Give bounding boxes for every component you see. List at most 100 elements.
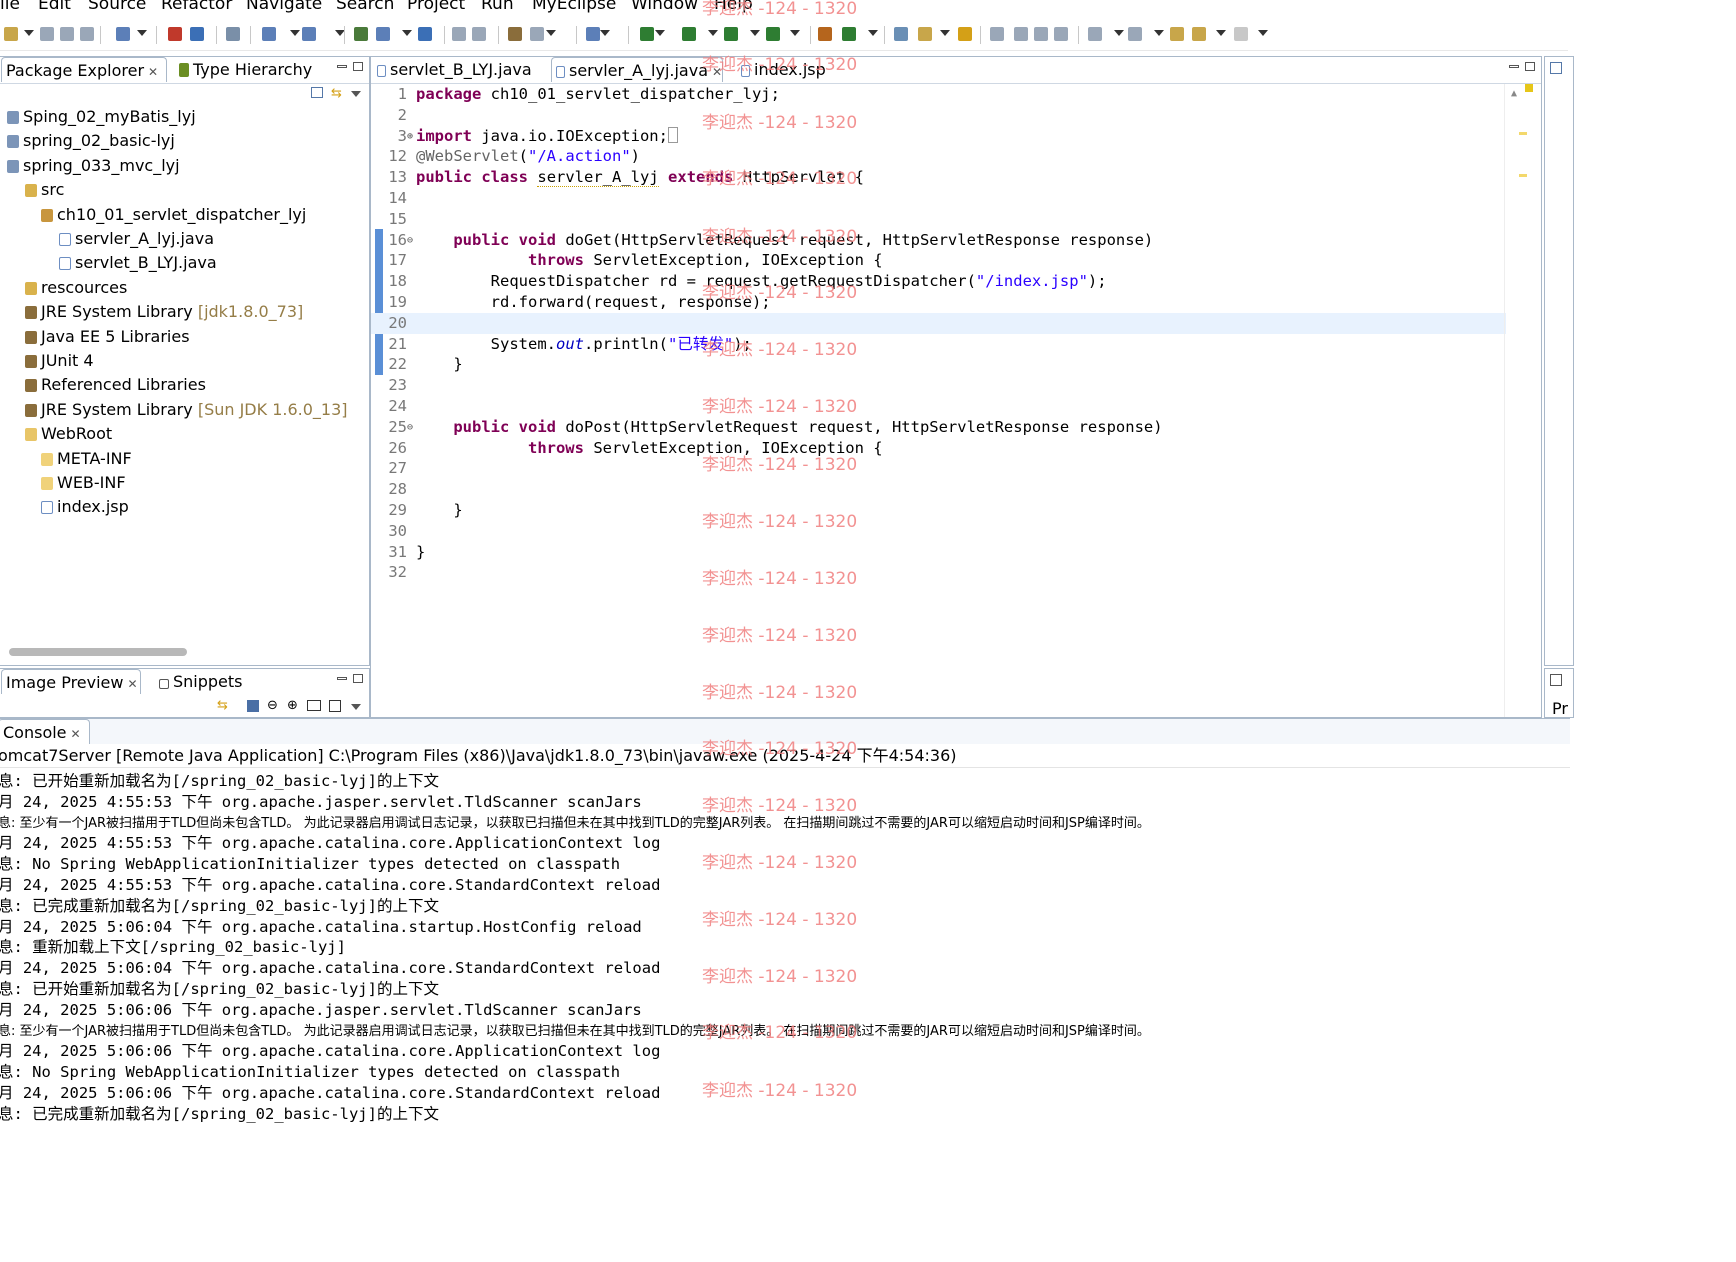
code-line[interactable]: 3 ⊕ import java.io.IOException; — [371, 126, 1506, 147]
paste-icon[interactable] — [472, 27, 486, 41]
chevron-down-icon[interactable] — [790, 30, 800, 36]
maximize-icon[interactable] — [353, 674, 363, 683]
forward-icon[interactable] — [1234, 27, 1248, 41]
zoom-in-icon[interactable]: ⊕ — [287, 698, 298, 713]
fold-toggle-icon[interactable]: ⊖ — [407, 230, 413, 251]
code-area[interactable]: 1 package ch10_01_servlet_dispatcher_lyj;… — [371, 84, 1541, 717]
tab-console[interactable]: Console ✕ — [0, 719, 90, 744]
save-all-icon[interactable] — [60, 27, 74, 41]
next-annotation-icon[interactable] — [1088, 27, 1102, 41]
tree-item[interactable]: spring_033_mvc_lyj — [7, 154, 180, 178]
code-line[interactable]: 19 rd.forward(request, response); — [371, 292, 1506, 313]
chevron-down-icon[interactable] — [137, 30, 147, 36]
code-line[interactable]: 13 public class servler_A_lyj extends Htt… — [371, 167, 1506, 188]
chevron-down-icon[interactable] — [24, 30, 34, 36]
view-menu-icon[interactable] — [351, 91, 361, 97]
close-icon[interactable]: ✕ — [712, 65, 722, 79]
code-line[interactable]: 21 System.out.println("已转发"); — [371, 334, 1506, 355]
menu-project[interactable]: Project — [407, 0, 465, 14]
tab-snippets[interactable]: Snippets — [155, 669, 247, 694]
tree-item[interactable]: JUnit 4 — [25, 349, 94, 373]
tree-item[interactable]: rescources — [25, 276, 127, 300]
open-folder-icon[interactable] — [958, 27, 972, 41]
horizontal-scrollbar[interactable] — [9, 648, 187, 656]
jsp-icon[interactable] — [418, 27, 432, 41]
fit-image-icon[interactable] — [247, 700, 259, 712]
menu-search[interactable]: Search — [336, 0, 394, 14]
code-line[interactable]: 24 — [371, 396, 1506, 417]
test-icon[interactable] — [818, 27, 832, 41]
code-line[interactable]: 17 throws ServletException, IOException … — [371, 250, 1506, 271]
tree-item[interactable]: servlet_B_LYJ.java — [59, 251, 217, 275]
code-line[interactable]: 32 — [371, 562, 1506, 583]
menu-myeclipse[interactable]: MyEclipse — [532, 0, 616, 14]
chevron-down-icon[interactable] — [1154, 30, 1164, 36]
save-icon[interactable] — [40, 27, 54, 41]
close-icon[interactable]: ✕ — [127, 677, 137, 691]
tab-image-preview[interactable]: Image Preview ✕ — [1, 669, 141, 694]
server-icon[interactable] — [354, 27, 368, 41]
chevron-down-icon[interactable] — [655, 30, 665, 36]
chevron-down-icon[interactable] — [1258, 30, 1268, 36]
print-icon[interactable] — [80, 27, 94, 41]
new-icon[interactable] — [4, 27, 18, 41]
menu-window[interactable]: Window — [631, 0, 698, 14]
fold-toggle-icon[interactable]: ⊕ — [407, 126, 413, 147]
copy-icon[interactable] — [452, 27, 466, 41]
tree-item[interactable]: WEB-INF — [41, 471, 126, 495]
coverage-icon[interactable] — [724, 27, 738, 41]
warning-marker[interactable] — [1519, 132, 1527, 135]
annotation-icon[interactable] — [990, 27, 1004, 41]
code-line[interactable]: 31} — [371, 542, 1506, 563]
tab-type-hierarchy[interactable]: Type Hierarchy — [175, 57, 317, 82]
menu-edit[interactable]: Edit — [38, 0, 71, 14]
chevron-down-icon[interactable] — [708, 30, 718, 36]
warning-summary-icon[interactable] — [1525, 84, 1533, 92]
debug-server-icon[interactable] — [262, 27, 276, 41]
scroll-up-icon[interactable]: ▲ — [1511, 88, 1517, 99]
chevron-down-icon[interactable] — [750, 30, 760, 36]
search-icon[interactable] — [918, 27, 932, 41]
chevron-down-icon[interactable] — [402, 30, 412, 36]
code-line[interactable]: 22 } — [371, 354, 1506, 375]
actual-size-icon[interactable] — [307, 700, 321, 711]
code-line[interactable]: 18 RequestDispatcher rd = request.getReq… — [371, 271, 1506, 292]
properties-icon[interactable] — [1550, 674, 1562, 686]
monitor-icon[interactable] — [586, 27, 600, 41]
menu-source[interactable]: Source — [88, 0, 146, 14]
zoom-out-icon[interactable]: ⊖ — [267, 698, 278, 713]
tree-item[interactable]: Referenced Libraries — [25, 373, 206, 397]
database-icon[interactable] — [530, 27, 544, 41]
code-line[interactable]: 29 } — [371, 500, 1506, 521]
chevron-down-icon[interactable] — [290, 30, 300, 36]
external-tools-icon[interactable] — [766, 27, 780, 41]
tree-item[interactable]: servler_A_lyj.java — [59, 227, 214, 251]
code-line[interactable]: 15 — [371, 209, 1506, 230]
debug-icon[interactable] — [640, 27, 654, 41]
tab-package-explorer[interactable]: Package Explorer ✕ — [1, 57, 167, 82]
fullscreen-icon[interactable] — [329, 700, 341, 712]
minimize-icon[interactable] — [337, 677, 347, 680]
menu-file[interactable]: ile — [0, 0, 20, 14]
menu-refactor[interactable]: Refactor — [161, 0, 232, 14]
code-line[interactable]: 12 @WebServlet("/A.action") — [371, 146, 1506, 167]
toggle-icon[interactable] — [1054, 27, 1068, 41]
chevron-down-icon[interactable] — [868, 30, 878, 36]
minimize-icon[interactable] — [337, 65, 347, 68]
last-edit-icon[interactable] — [1170, 27, 1184, 41]
code-line[interactable]: 28 — [371, 479, 1506, 500]
code-line[interactable]: 14 — [371, 188, 1506, 209]
tree-item[interactable]: WebRoot — [25, 422, 112, 446]
chevron-down-icon[interactable] — [1216, 30, 1226, 36]
maximize-icon[interactable] — [353, 62, 363, 71]
code-line[interactable]: 26 throws ServletException, IOException … — [371, 438, 1506, 459]
format-icon[interactable] — [1034, 27, 1048, 41]
class-icon[interactable] — [190, 27, 204, 41]
menu-run[interactable]: Run — [481, 0, 514, 14]
tree-item[interactable]: index.jsp — [41, 495, 129, 519]
code-line[interactable]: 25 ⊖ public void doPost(HttpServletReques… — [371, 417, 1506, 438]
fold-toggle-icon[interactable]: ⊖ — [407, 417, 413, 438]
tree-item[interactable]: spring_02_basic-lyj — [7, 129, 175, 153]
tree-item[interactable]: src — [25, 178, 64, 202]
tab-servlet-b[interactable]: servlet_B_LYJ.java — [373, 57, 549, 82]
